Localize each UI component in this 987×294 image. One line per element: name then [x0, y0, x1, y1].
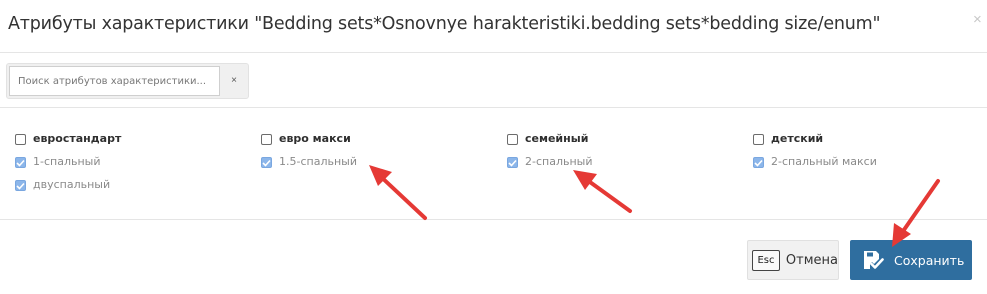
cancel-button[interactable]: Esc Отмена: [747, 240, 839, 280]
attribute-column-2: евро макси 1.5-спальный: [261, 127, 357, 173]
attribute-label: 1-спальный: [33, 155, 101, 168]
attribute-item[interactable]: детский: [753, 127, 877, 150]
attribute-label: 2-спальный: [525, 155, 593, 168]
checkbox-unchecked[interactable]: [261, 134, 272, 145]
attribute-item[interactable]: 1.5-спальный: [261, 150, 357, 173]
attribute-list: евростандарт 1-спальный двуспальный евро…: [0, 108, 987, 220]
attribute-column-3: семейный 2-спальный: [507, 127, 593, 173]
esc-key-icon: Esc: [752, 249, 780, 271]
checkbox-unchecked[interactable]: [15, 134, 26, 145]
attribute-item[interactable]: евростандарт: [15, 127, 121, 150]
cancel-label: Отмена: [785, 252, 838, 268]
attribute-column-4: детский 2-спальный макси: [753, 127, 877, 173]
dialog-title: Атрибуты характеристики "Bedding sets*Os…: [8, 14, 881, 34]
checkbox-checked[interactable]: [15, 180, 26, 191]
checkbox-unchecked[interactable]: [507, 134, 518, 145]
search-clear-button[interactable]: ×: [221, 66, 247, 96]
save-check-icon: [864, 251, 884, 269]
attribute-item[interactable]: 2-спальный макси: [753, 150, 877, 173]
attribute-label: евро макси: [279, 132, 351, 145]
attribute-label: двуспальный: [33, 178, 111, 191]
save-button[interactable]: Сохранить: [850, 240, 972, 280]
checkbox-unchecked[interactable]: [753, 134, 764, 145]
checkbox-checked[interactable]: [261, 157, 272, 168]
close-icon[interactable]: ×: [973, 12, 987, 28]
attribute-label: 2-спальный макси: [771, 155, 877, 168]
attribute-item[interactable]: 1-спальный: [15, 150, 121, 173]
save-label: Сохранить: [894, 252, 965, 268]
attribute-label: детский: [771, 132, 824, 145]
checkbox-checked[interactable]: [753, 157, 764, 168]
attribute-item[interactable]: 2-спальный: [507, 150, 593, 173]
attribute-item[interactable]: евро макси: [261, 127, 357, 150]
attribute-item[interactable]: двуспальный: [15, 173, 121, 196]
attribute-item[interactable]: семейный: [507, 127, 593, 150]
dialog-header: Атрибуты характеристики "Bedding sets*Os…: [0, 0, 987, 53]
attribute-column-1: евростандарт 1-спальный двуспальный: [15, 127, 121, 196]
checkbox-checked[interactable]: [15, 157, 26, 168]
attribute-label: семейный: [525, 132, 589, 145]
attribute-label: 1.5-спальный: [279, 155, 357, 168]
search-input[interactable]: [9, 66, 220, 96]
checkbox-checked[interactable]: [507, 157, 518, 168]
search-group: ×: [6, 63, 249, 99]
attribute-label: евростандарт: [33, 132, 122, 145]
search-bar: ×: [0, 53, 987, 108]
dialog-footer: Esc Отмена Сохранить: [0, 221, 987, 294]
